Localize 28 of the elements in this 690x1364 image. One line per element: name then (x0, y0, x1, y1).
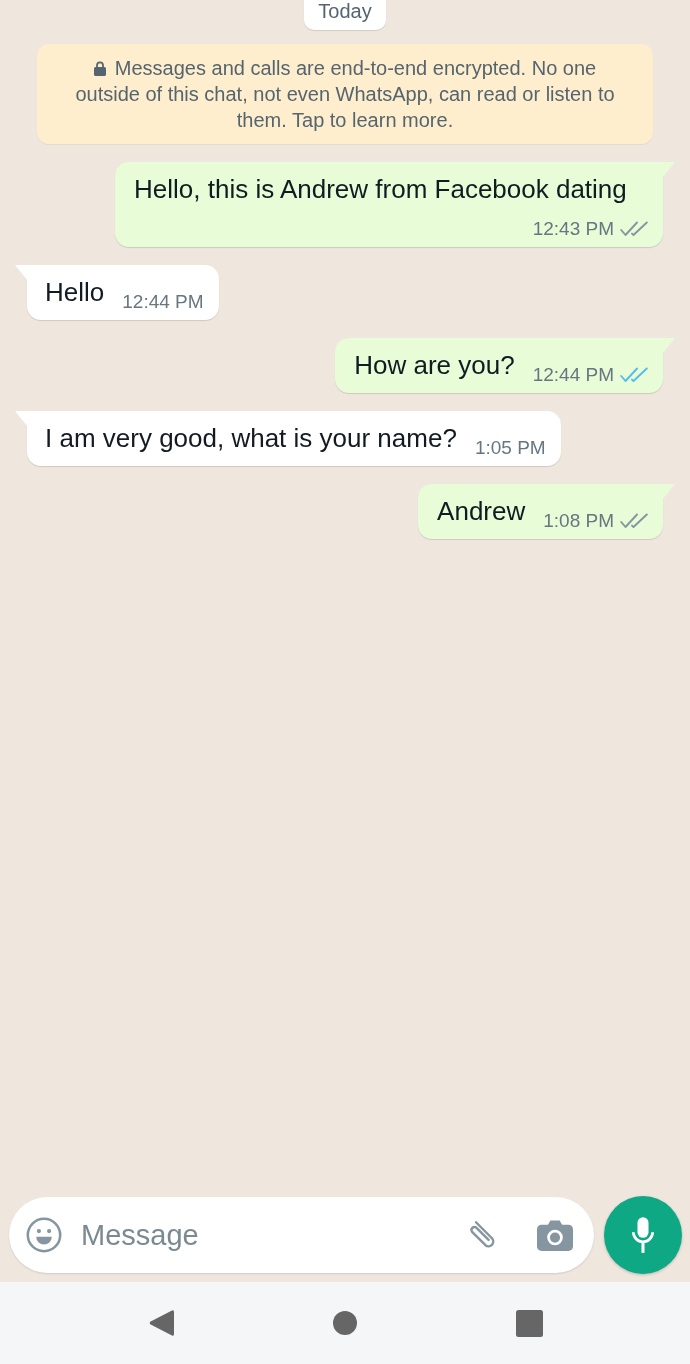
emoji-icon[interactable] (26, 1217, 62, 1253)
message-text: Hello (45, 276, 105, 309)
message-bubble[interactable]: Andrew 1:08 PM (418, 484, 675, 539)
date-chip: Today (304, 0, 386, 30)
message-bubble[interactable]: How are you? 12:44 PM (335, 338, 675, 393)
message-time: 12:44 PM (532, 365, 614, 385)
recents-icon[interactable] (515, 1309, 543, 1337)
home-icon[interactable] (333, 1311, 357, 1335)
message-time: 1:05 PM (474, 438, 546, 458)
lock-icon (93, 61, 106, 76)
message-text: Andrew (437, 495, 526, 528)
message-text: I am very good, what is your name? (45, 422, 457, 455)
message-bubble[interactable]: Hello, this is Andrew from Facebook dating 12:43 PM (115, 162, 675, 247)
message-input[interactable]: Message (81, 1213, 445, 1257)
back-icon[interactable] (148, 1309, 174, 1337)
camera-icon[interactable] (537, 1219, 573, 1251)
message-field[interactable]: Message (9, 1197, 594, 1273)
encryption-text: Messages and calls are end-to-end encrypted. No one outside of this chat, not even WhatsApp, can read or listen to them. Tap to learn more. (75, 57, 615, 131)
message-time: 12:44 PM (122, 292, 204, 312)
mic-button[interactable] (604, 1196, 682, 1274)
message-bubble[interactable]: I am very good, what is your name? 1:05 PM (15, 411, 561, 466)
encryption-notice[interactable]: Messages and calls are end-to-end encrypted. No one outside of this chat, not even WhatsApp, can read or listen to them. Tap to learn more. (37, 44, 653, 144)
message-text: How are you? (354, 349, 515, 382)
microphone-icon (632, 1217, 654, 1253)
message-time: 1:08 PM (543, 511, 614, 531)
message-text: Hello, this is Andrew from Facebook dating (134, 173, 627, 206)
message-bubble[interactable]: Hello 12:44 PM (15, 265, 219, 320)
message-time: 12:43 PM (532, 219, 614, 239)
